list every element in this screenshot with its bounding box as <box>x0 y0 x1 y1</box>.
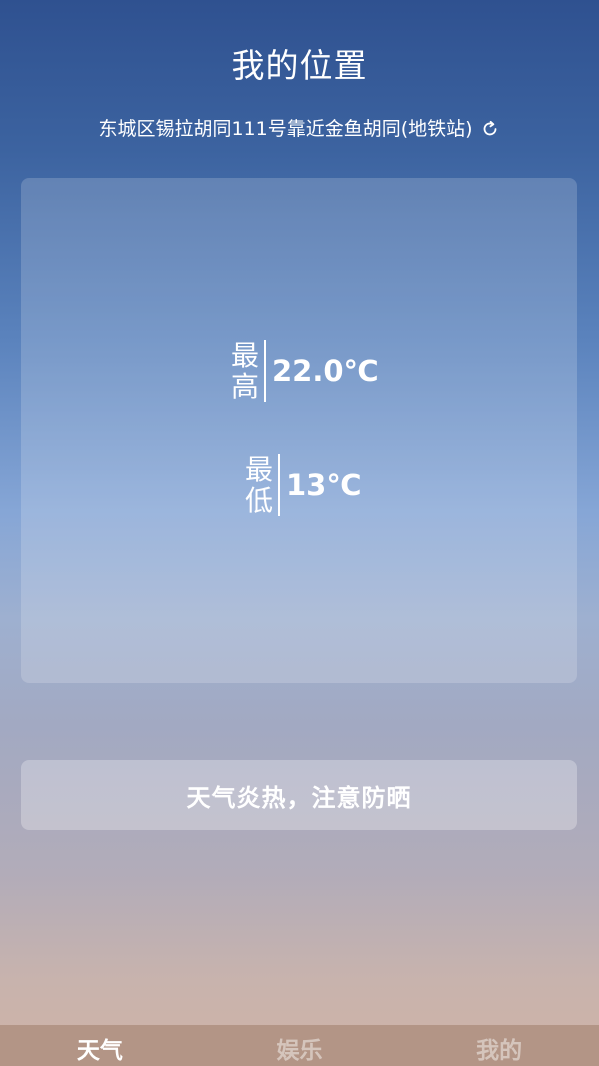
high-temperature-label: 最高 <box>230 339 259 403</box>
tab-entertainment[interactable]: 娱乐 <box>200 1025 400 1066</box>
low-temperature-value: 13℃ <box>286 468 362 502</box>
tab-weather[interactable]: 天气 <box>0 1025 200 1066</box>
high-temperature-divider <box>264 340 266 402</box>
bottom-tab-bar: 天气 娱乐 我的 <box>0 1025 599 1066</box>
location-row: 东城区锡拉胡同111号靠近金鱼胡同(地铁站) <box>0 115 599 143</box>
tab-mine[interactable]: 我的 <box>399 1025 599 1066</box>
page-title: 我的位置 <box>231 46 368 85</box>
low-temperature-row: 最低 13℃ <box>244 454 361 516</box>
temperature-card: 最高 22.0℃ 最低 13℃ <box>21 178 577 683</box>
high-temperature-value: 22.0℃ <box>272 354 379 388</box>
weather-tip-card: 天气炎热，注意防晒 <box>21 760 577 830</box>
high-temperature-row: 最高 22.0℃ <box>230 340 379 402</box>
location-text: 东城区锡拉胡同111号靠近金鱼胡同(地铁站) <box>98 118 473 140</box>
low-temperature-label: 最低 <box>244 453 273 517</box>
refresh-icon-glyph <box>483 120 496 136</box>
refresh-icon[interactable] <box>479 118 501 140</box>
weather-tip-text: 天气炎热，注意防晒 <box>186 783 412 812</box>
low-temperature-divider <box>278 454 280 516</box>
